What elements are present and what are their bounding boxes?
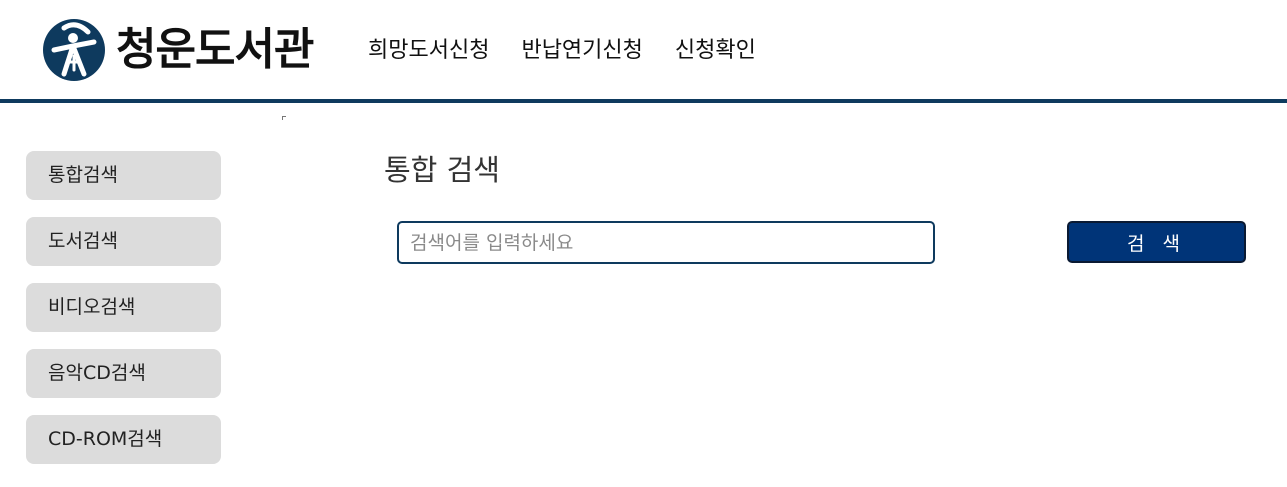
sidebar-item-integrated-search[interactable]: 통합검색 <box>26 151 221 200</box>
nav-request-check[interactable]: 신청확인 <box>675 36 756 66</box>
search-button[interactable]: 검 색 <box>1067 221 1246 263</box>
sidebar-item-cd-rom-search[interactable]: CD-ROM검색 <box>26 415 221 464</box>
search-input[interactable] <box>397 221 935 264</box>
site-header: 청운도서관 희망도서신청 반납연기신청 신청확인 <box>0 0 1287 100</box>
page-title: 통합 검색 <box>384 153 500 187</box>
sidebar-item-book-search[interactable]: 도서검색 <box>26 217 221 266</box>
nav-hope-book-request[interactable]: 희망도서신청 <box>368 36 489 66</box>
header-divider <box>0 99 1287 103</box>
sidebar: 통합검색 도서검색 비디오검색 음악CD검색 CD-ROM검색 <box>26 151 221 481</box>
nav-return-extension-request[interactable]: 반납연기신청 <box>521 36 642 66</box>
site-logo-text: 청운도서관 <box>116 24 314 75</box>
corner-mark <box>282 116 286 120</box>
sidebar-item-video-search[interactable]: 비디오검색 <box>26 283 221 332</box>
top-nav: 희망도서신청 반납연기신청 신청확인 <box>368 36 756 66</box>
library-emblem-icon <box>43 19 105 81</box>
sidebar-item-music-cd-search[interactable]: 음악CD검색 <box>26 349 221 398</box>
site-logo[interactable]: 청운도서관 <box>42 16 314 84</box>
